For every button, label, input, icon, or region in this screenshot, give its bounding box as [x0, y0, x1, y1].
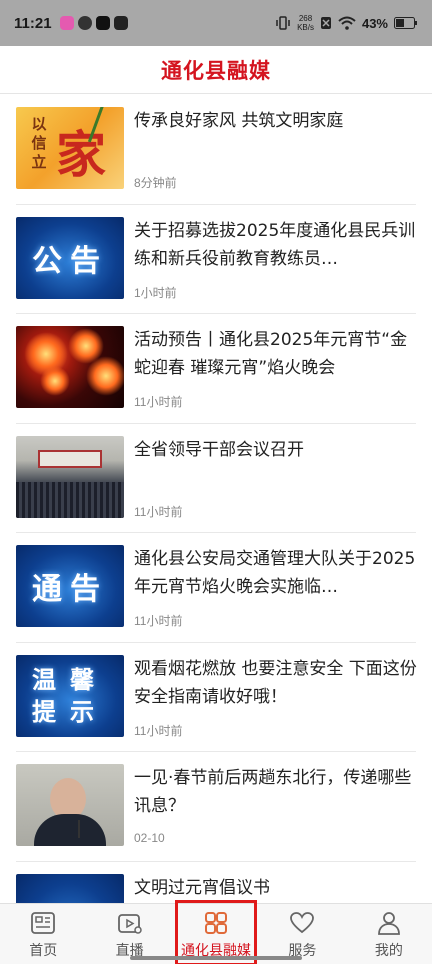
warm-tip-line: 提示	[32, 697, 108, 726]
sim-off-icon	[320, 17, 331, 29]
status-bar: 11:21 268 KB/s 43%	[0, 0, 432, 46]
notice-thumbnail-text: 公告	[32, 243, 108, 279]
news-icon	[31, 912, 56, 934]
nav-media-center[interactable]: 通化县融媒	[173, 900, 259, 964]
home-indicator[interactable]	[130, 956, 302, 960]
nav-service[interactable]: 服务	[259, 904, 345, 964]
firework-shape	[86, 356, 124, 396]
page-title: 通化县融媒	[161, 58, 271, 83]
news-item[interactable]: 文明过元宵倡议书	[16, 862, 416, 903]
news-thumbnail	[16, 326, 124, 408]
news-item[interactable]: 活动预告丨通化县2025年元宵节“金蛇迎春 璀璨元宵”焰火晚会 11小时前	[16, 314, 416, 424]
news-time: 8分钟前	[134, 176, 177, 190]
notification-icons	[59, 16, 128, 30]
live-icon	[117, 914, 142, 934]
firework-shape	[40, 366, 70, 396]
notice-thumbnail-text: 通告	[32, 572, 108, 607]
news-time: 1小时前	[134, 285, 177, 300]
warm-tip-line: 温馨	[32, 665, 108, 694]
news-thumbnail: 公告	[16, 216, 124, 299]
news-thumbnail: 以信立 家	[16, 107, 124, 189]
bottom-nav: 首页 直播 通化县融媒 服务 我的	[0, 900, 432, 964]
heart-icon	[290, 912, 315, 934]
news-title: 一见·春节前后两趟东北行，传递哪些讯息？	[134, 768, 412, 816]
network-speed-value: 268	[298, 14, 313, 23]
app-header: 通化县融媒	[0, 46, 432, 94]
app-notification-icon	[59, 16, 74, 30]
news-thumbnail	[16, 435, 124, 518]
battery-icon	[394, 17, 417, 29]
microphone-icon	[78, 820, 80, 838]
news-item[interactable]: 以信立 家 传承良好家风 共筑文明家庭 8分钟前	[16, 95, 416, 205]
news-time: 11小时前	[134, 723, 183, 738]
news-item[interactable]: 全省领导干部会议召开 11小时前	[16, 424, 416, 533]
audience-shape	[16, 481, 124, 518]
news-item[interactable]: 一见·春节前后两趟东北行，传递哪些讯息？ 02-10	[16, 752, 416, 862]
news-title: 传承良好家风 共筑文明家庭	[134, 111, 344, 131]
news-time: 11小时前	[134, 614, 183, 628]
app-notification-icon	[77, 16, 92, 30]
news-thumbnail	[16, 764, 124, 846]
nav-home[interactable]: 首页	[0, 904, 86, 964]
wifi-icon	[338, 16, 356, 30]
user-icon	[377, 912, 400, 935]
news-title: 全省领导干部会议召开	[134, 439, 304, 460]
news-time: 11小时前	[134, 504, 183, 519]
news-thumbnail	[16, 873, 124, 903]
news-item[interactable]: 通告 通化县公安局交通管理大队关于2025年元宵节焰火晚会实施临… 11小时前	[16, 533, 416, 643]
news-item[interactable]: 公告 关于招募选拔2025年度通化县民兵训练和新兵役前教育教练员… 1小时前	[16, 205, 416, 314]
news-time: 02-10	[134, 831, 165, 845]
active-tab-highlight	[174, 900, 258, 964]
battery-percent: 43%	[361, 15, 388, 31]
news-item[interactable]: 温馨 提示 观看烟花燃放 也要注意安全 下面这份安全指南请收好哦！ 11小时前	[16, 643, 417, 752]
meeting-stage-shape	[38, 449, 102, 468]
nav-label: 首页	[29, 943, 58, 959]
network-speed-unit: KB/s	[297, 23, 314, 32]
news-time: 11小时前	[134, 395, 183, 409]
vibrate-icon	[276, 16, 290, 30]
news-title: 文明过元宵倡议书	[134, 877, 270, 898]
person-body-shape	[34, 814, 106, 846]
news-thumbnail: 温馨 提示	[16, 654, 124, 737]
news-list[interactable]: 以信立 家 传承良好家风 共筑文明家庭 8分钟前 公告 关于招募选拔2025年度…	[0, 95, 432, 903]
nav-live[interactable]: 直播	[86, 904, 172, 964]
news-title: 活动预告丨通化县2025年元宵节“金蛇迎春 璀璨元宵”焰火晚会	[134, 330, 408, 378]
news-title: 观看烟花燃放 也要注意安全 下面这份安全指南请收好哦！	[134, 658, 417, 707]
news-title: 通化县公安局交通管理大队关于2025年元宵节焰火晚会实施临…	[134, 549, 416, 597]
news-thumbnail: 通告	[16, 545, 124, 627]
tiktok-icon	[95, 16, 110, 30]
news-title: 关于招募选拔2025年度通化县民兵训练和新兵役前教育教练员…	[134, 220, 416, 269]
network-speed: 268 KB/s	[297, 14, 314, 32]
nav-label: 我的	[374, 943, 403, 959]
status-time: 11:21	[14, 14, 52, 32]
nav-profile[interactable]: 我的	[346, 904, 432, 964]
message-icon	[113, 16, 128, 30]
family-seal-text: 以信立	[31, 115, 47, 171]
